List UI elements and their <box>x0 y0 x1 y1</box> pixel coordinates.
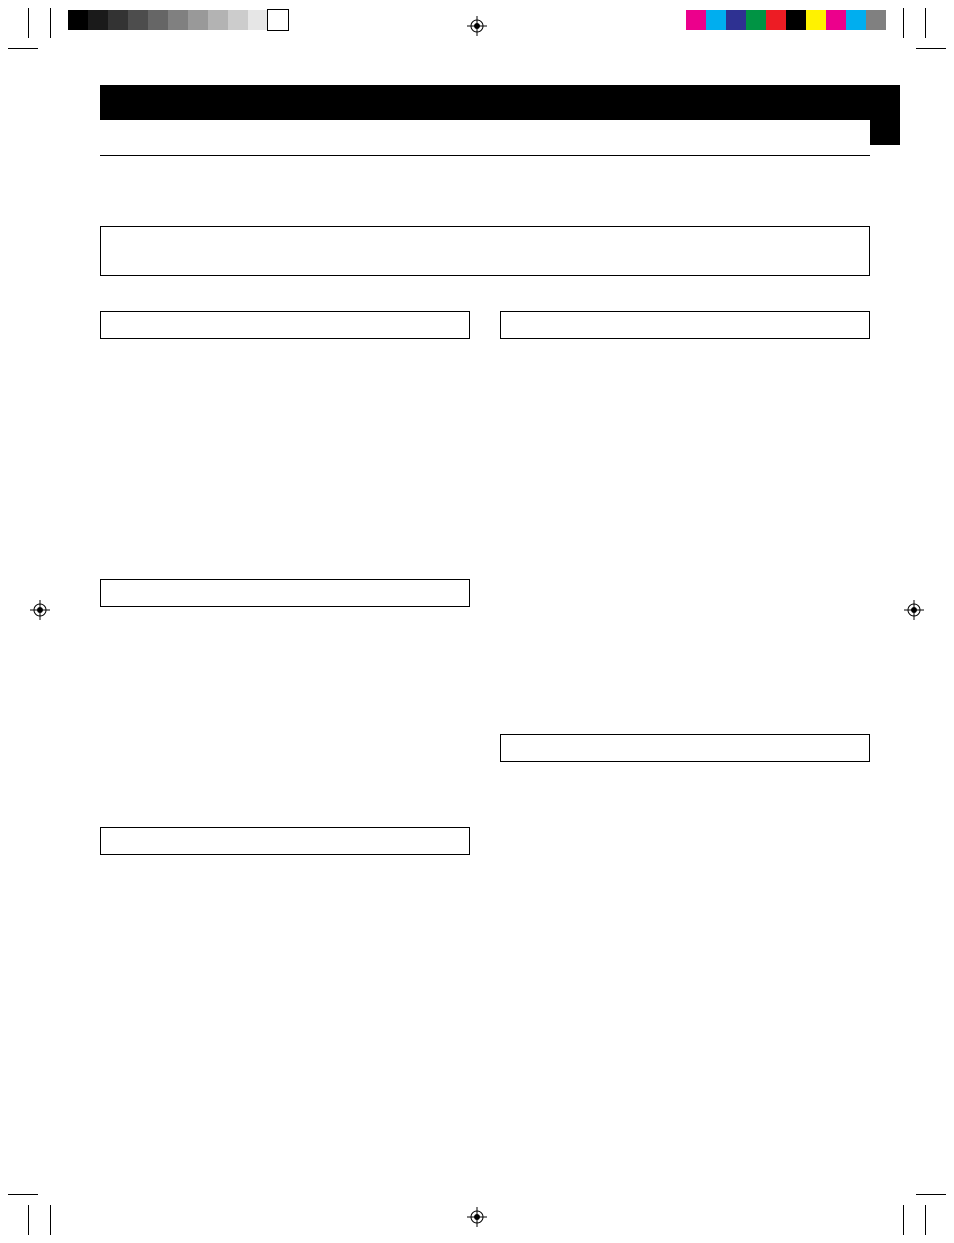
right-box-1 <box>500 311 870 339</box>
right-column <box>500 311 870 855</box>
gray-swatch <box>148 10 168 30</box>
crop-mark <box>50 1205 51 1235</box>
gray-swatch <box>68 10 88 30</box>
registration-mark-icon <box>904 600 924 620</box>
registration-mark-icon <box>30 600 50 620</box>
crop-mark <box>50 8 51 38</box>
crop-mark <box>903 8 904 38</box>
gray-swatch <box>188 10 208 30</box>
color-swatch <box>806 10 826 30</box>
left-box-3 <box>100 827 470 855</box>
crop-mark <box>925 1205 926 1235</box>
color-swatch <box>846 10 866 30</box>
gray-swatch <box>228 10 248 30</box>
side-tab-black <box>870 85 900 145</box>
left-box-1 <box>100 311 470 339</box>
color-swatch <box>706 10 726 30</box>
gray-swatch <box>208 10 228 30</box>
gray-swatch <box>108 10 128 30</box>
crop-mark <box>903 1205 904 1235</box>
color-swatch <box>746 10 766 30</box>
left-box-2 <box>100 579 470 607</box>
page-content <box>100 85 870 855</box>
crop-mark <box>916 1194 946 1195</box>
grayscale-calibration-bar <box>68 10 288 30</box>
crop-mark <box>916 48 946 49</box>
full-width-box <box>100 226 870 276</box>
horizontal-rule <box>100 155 870 156</box>
crop-mark <box>28 8 29 38</box>
gray-swatch <box>248 10 268 30</box>
registration-mark-icon <box>467 1207 487 1227</box>
color-swatch <box>726 10 746 30</box>
color-swatch <box>786 10 806 30</box>
color-swatch <box>826 10 846 30</box>
gray-swatch <box>268 10 288 30</box>
crop-mark <box>28 1205 29 1235</box>
gray-swatch <box>128 10 148 30</box>
gray-swatch <box>168 10 188 30</box>
gray-swatch <box>88 10 108 30</box>
header-black-bar <box>100 85 870 120</box>
color-swatch <box>766 10 786 30</box>
right-box-2 <box>500 734 870 762</box>
crop-mark <box>8 1194 38 1195</box>
color-swatch <box>866 10 886 30</box>
left-column <box>100 311 470 855</box>
crop-mark <box>8 48 38 49</box>
color-swatch <box>686 10 706 30</box>
registration-mark-icon <box>467 16 487 36</box>
color-calibration-bar <box>686 10 886 30</box>
crop-mark <box>925 8 926 38</box>
